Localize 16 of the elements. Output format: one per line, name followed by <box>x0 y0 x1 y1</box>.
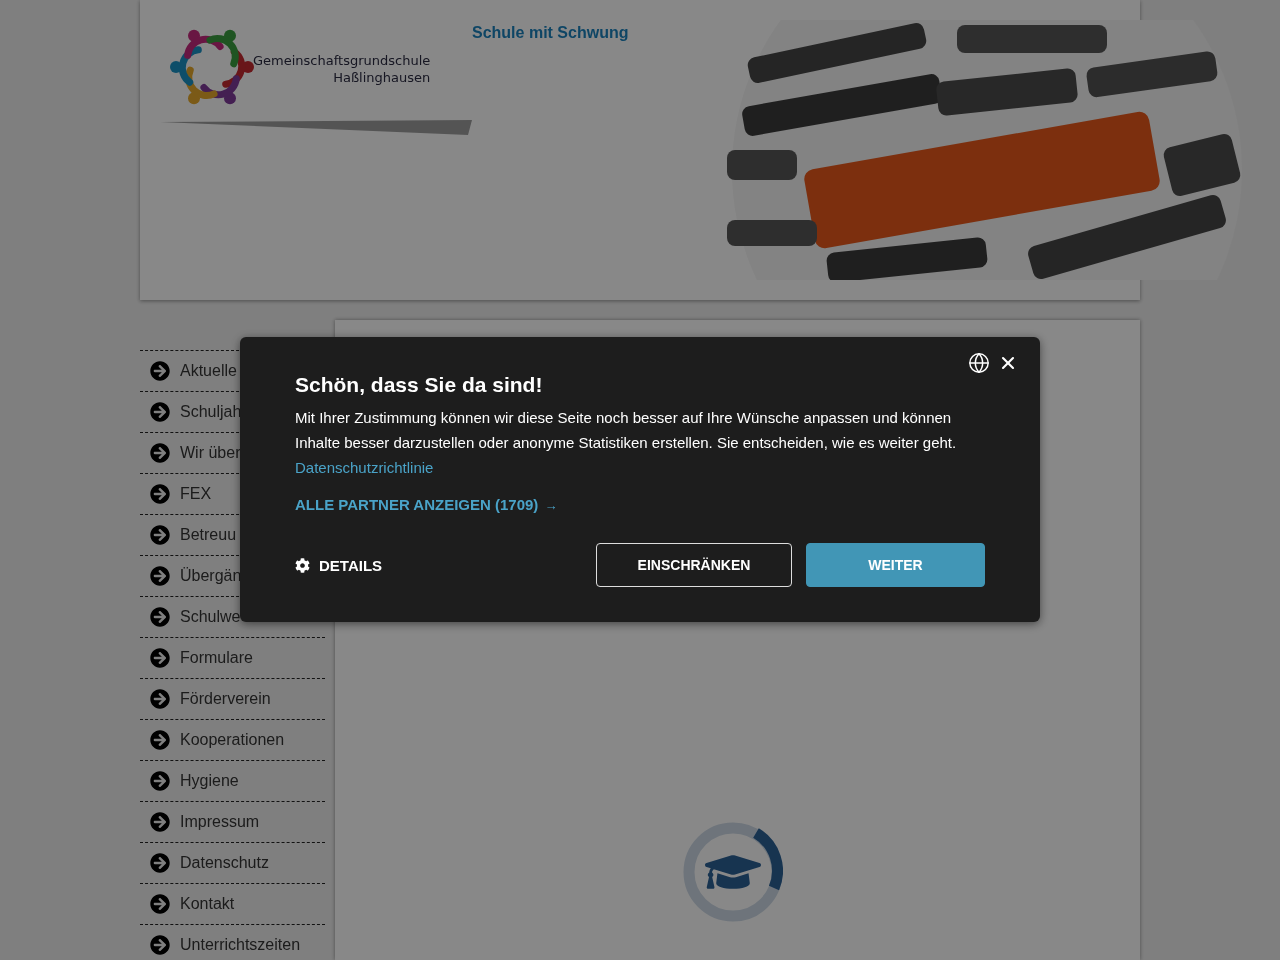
nav-link[interactable]: Formulare <box>140 637 325 678</box>
nav-link[interactable]: Hygiene <box>140 760 325 801</box>
loading-spinner-icon <box>682 822 783 922</box>
language-icon[interactable] <box>968 352 990 374</box>
nav-link[interactable]: Förderverein <box>140 678 325 719</box>
nav-link[interactable]: Impressum <box>140 801 325 842</box>
nav-link[interactable]: Kontakt <box>140 883 325 924</box>
logo-text: Gemeinschaftsgrundschule <box>253 53 431 68</box>
tagline: Schule mit Schwung <box>472 23 630 43</box>
gear-icon <box>295 557 310 573</box>
nav-link[interactable]: Kooperationen <box>140 719 325 760</box>
continue-button[interactable]: WEITER <box>806 543 985 587</box>
nav-link[interactable]: Unterrichtszeiten <box>140 924 325 960</box>
nav-link[interactable]: Datenschutz <box>140 842 325 883</box>
restrict-button[interactable]: EINSCHRÄNKEN <box>596 543 792 587</box>
logo-text: Haßlinghausen <box>333 70 431 85</box>
